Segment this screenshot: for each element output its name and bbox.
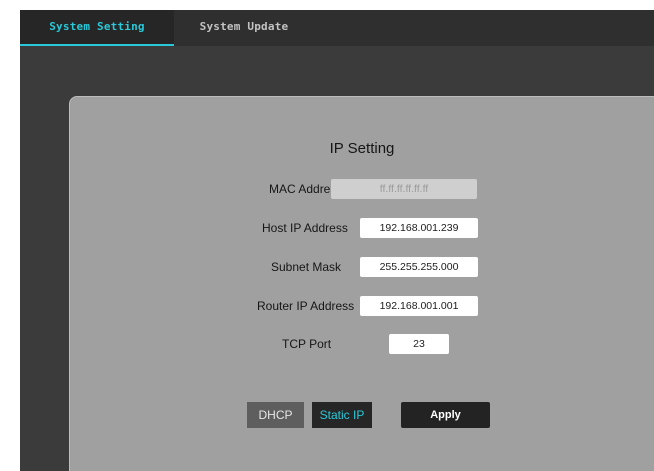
host-ip-label: Host IP Address [262,221,348,235]
tcp-port-field[interactable]: 23 [389,334,449,354]
router-ip-field[interactable]: 192.168.001.001 [360,296,478,316]
dhcp-button[interactable]: DHCP [247,402,304,428]
tcp-port-label: TCP Port [282,337,332,351]
tab-system-update[interactable]: System Update [174,10,314,46]
apply-button[interactable]: Apply [401,402,490,428]
host-ip-field[interactable]: 192.168.001.239 [360,218,478,238]
app-window: System Setting System Update IP Setting … [20,10,654,471]
subnet-mask-label: Subnet Mask [271,260,342,274]
router-ip-label: Router IP Address [257,299,355,313]
mac-address-field: ff.ff.ff.ff.ff.ff [331,179,477,199]
ip-setting-panel: IP Setting MAC Address ff.ff.ff.ff.ff.ff… [69,96,654,471]
tab-system-setting[interactable]: System Setting [20,10,174,46]
subnet-mask-field[interactable]: 255.255.255.000 [360,257,478,277]
tab-bar: System Setting System Update [20,10,654,46]
static-ip-button[interactable]: Static IP [312,402,372,428]
panel-title: IP Setting [329,140,395,157]
